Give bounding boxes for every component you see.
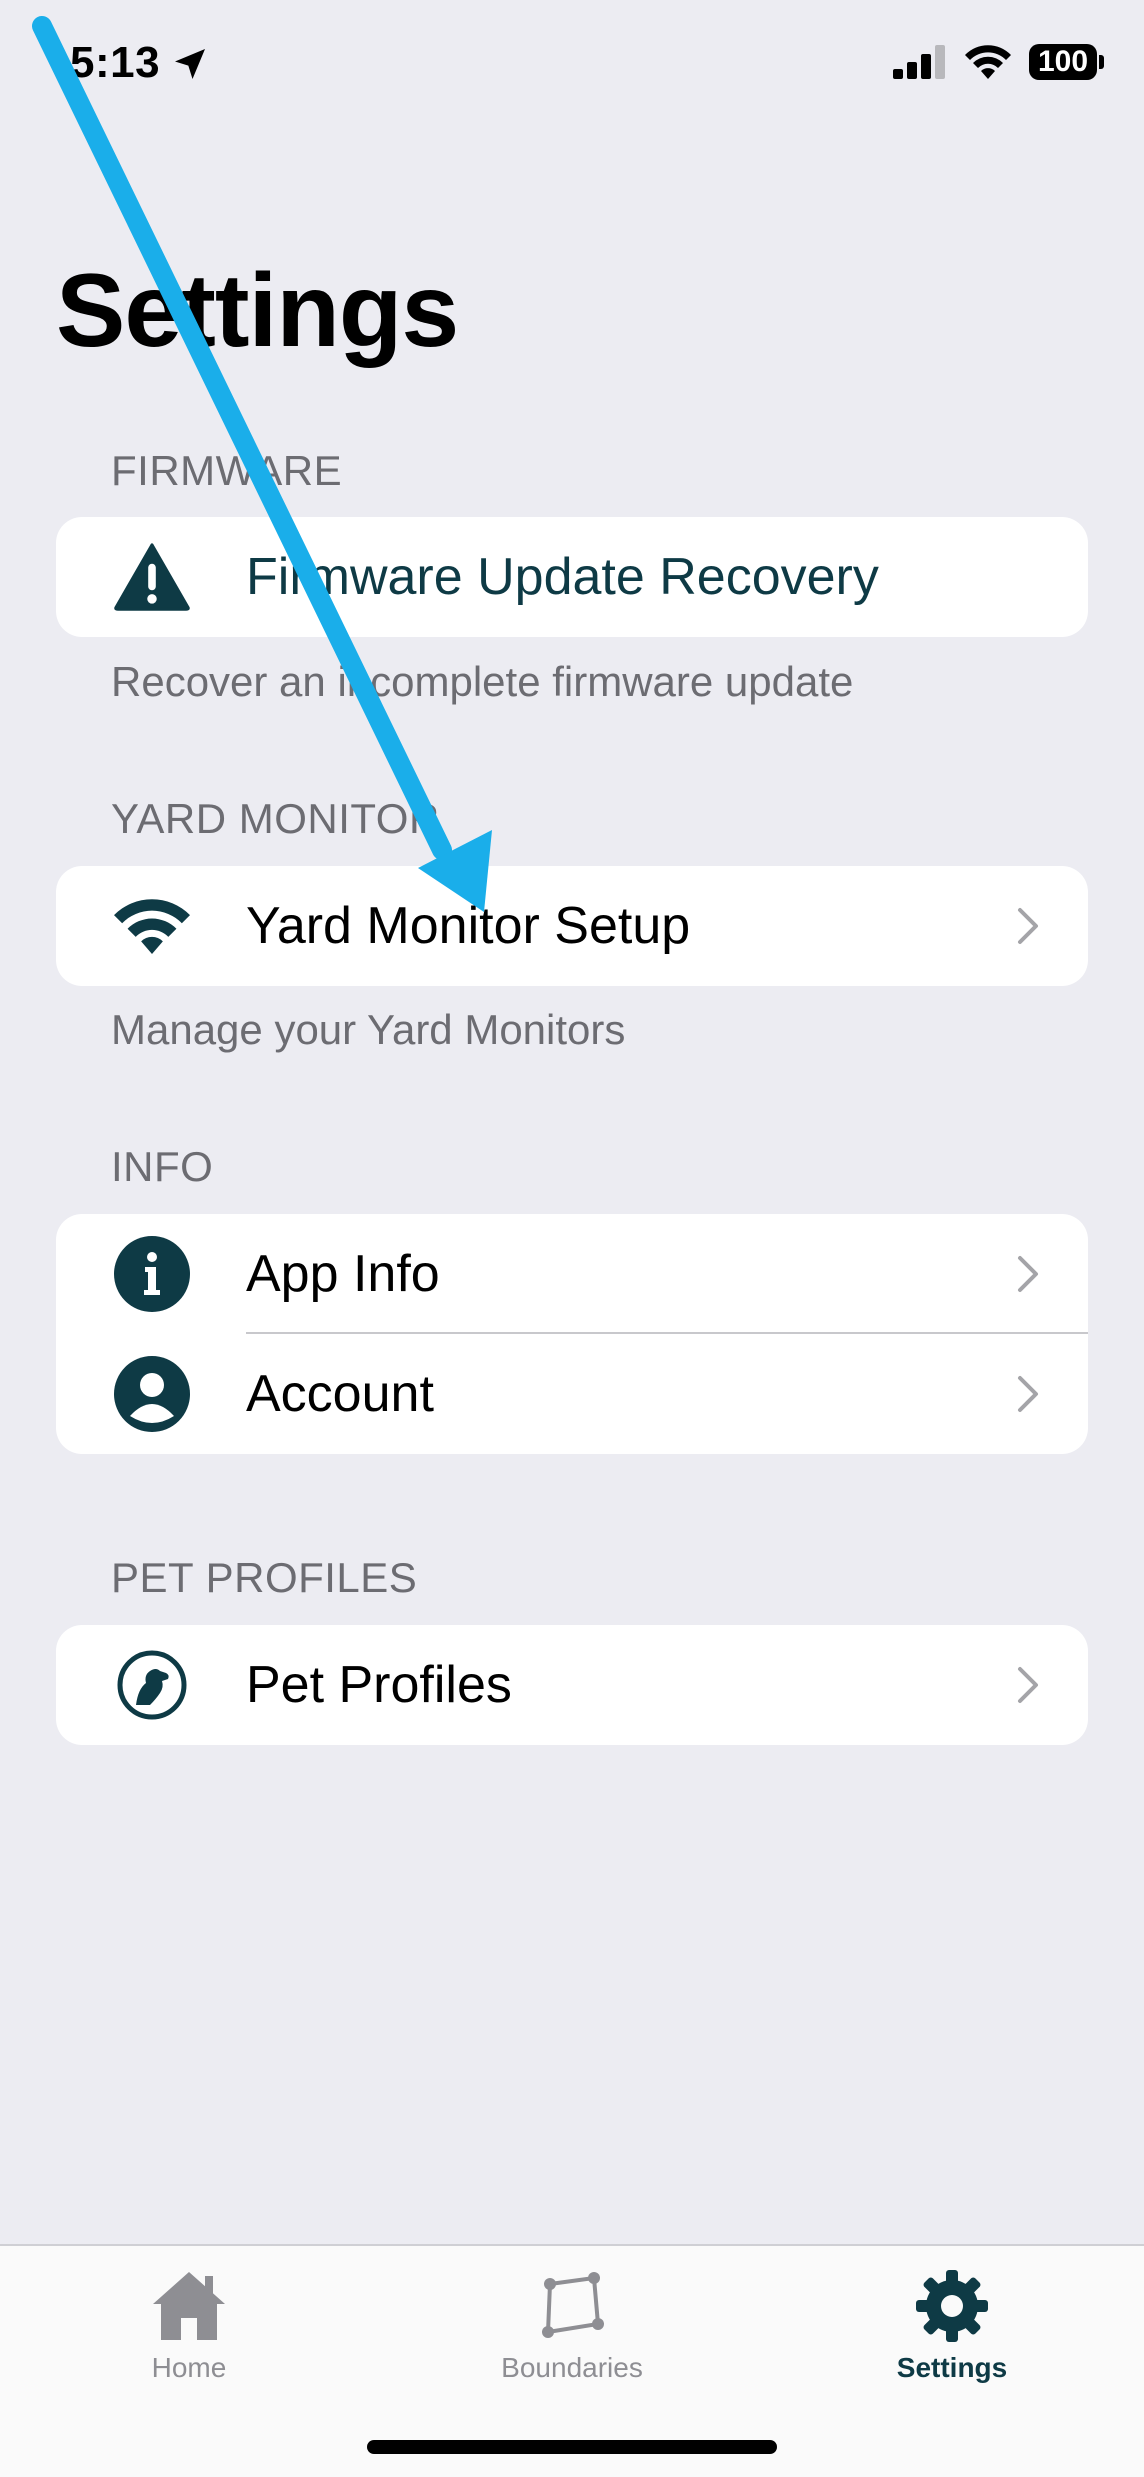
row-pet-profiles[interactable]: Pet Profiles	[56, 1625, 1088, 1745]
row-account[interactable]: Account	[56, 1334, 1088, 1454]
battery-cap	[1099, 55, 1104, 69]
home-icon	[153, 2272, 225, 2340]
home-indicator	[367, 2440, 777, 2454]
row-app-info[interactable]: App Info	[56, 1214, 1088, 1334]
status-indicators: 100	[893, 44, 1104, 80]
page-title: Settings	[56, 253, 459, 369]
status-bar: 5:13 100	[0, 0, 1144, 140]
card-firmware: Firmware Update Recovery	[56, 517, 1088, 637]
tab-boundaries[interactable]: Boundaries	[452, 2266, 692, 2384]
chevron-right-icon	[1018, 1256, 1038, 1292]
row-label: App Info	[246, 1245, 440, 1303]
info-icon	[114, 1236, 190, 1312]
section-header-firmware: FIRMWARE	[111, 447, 343, 494]
tab-label: Boundaries	[501, 2352, 643, 2383]
cellular-signal-icon	[893, 45, 945, 79]
section-header-info: INFO	[111, 1143, 214, 1190]
battery-indicator: 100	[1029, 44, 1104, 80]
chevron-right-icon	[1018, 908, 1038, 944]
row-firmware-update-recovery[interactable]: Firmware Update Recovery	[56, 517, 1088, 637]
wifi-icon	[965, 45, 1011, 79]
chevron-right-icon	[1018, 1376, 1038, 1412]
gear-icon	[916, 2270, 988, 2342]
section-header-pet-profiles: PET PROFILES	[111, 1554, 418, 1601]
tab-home[interactable]: Home	[69, 2266, 309, 2384]
boundary-icon	[542, 2272, 604, 2338]
row-label: Account	[246, 1365, 434, 1423]
card-yard-monitor: Yard Monitor Setup	[56, 866, 1088, 986]
row-label: Firmware Update Recovery	[246, 548, 879, 606]
status-time: 5:13	[70, 38, 161, 87]
row-label: Yard Monitor Setup	[246, 897, 691, 955]
tab-settings[interactable]: Settings	[832, 2266, 1072, 2384]
section-footer-yard-monitor: Manage your Yard Monitors	[111, 1006, 626, 1053]
wifi-icon	[114, 888, 190, 964]
battery-level: 100	[1029, 44, 1097, 80]
row-yard-monitor-setup[interactable]: Yard Monitor Setup	[56, 866, 1088, 986]
tab-label: Home	[151, 2352, 227, 2383]
person-icon	[114, 1356, 190, 1432]
card-pet-profiles: Pet Profiles	[56, 1625, 1088, 1745]
warning-icon	[114, 539, 190, 615]
row-label: Pet Profiles	[246, 1656, 512, 1714]
section-footer-firmware: Recover an incomplete firmware update	[111, 658, 854, 705]
card-info: App Info Account	[56, 1214, 1088, 1454]
location-arrow-icon	[175, 49, 205, 79]
dog-icon	[114, 1647, 190, 1723]
section-header-yard-monitor: YARD MONITOR	[111, 795, 440, 842]
chevron-right-icon	[1018, 1667, 1038, 1703]
tab-label: Settings	[896, 2352, 1008, 2383]
